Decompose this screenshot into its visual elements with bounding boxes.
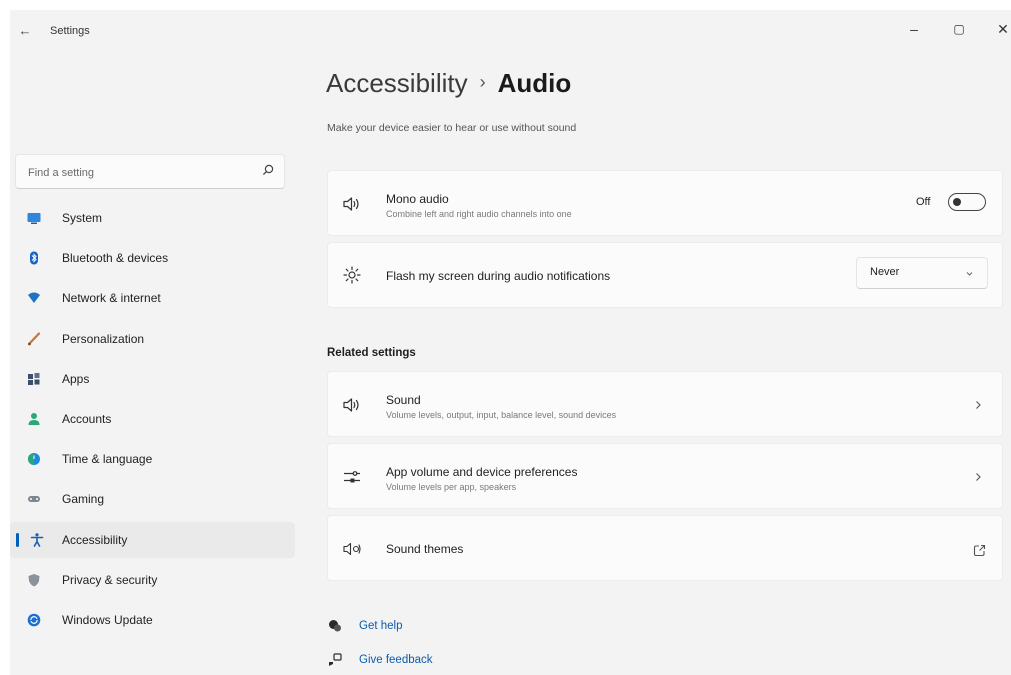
mono-audio-title: Mono audio <box>386 192 449 206</box>
maximize-button[interactable]: ▢ <box>945 18 973 40</box>
breadcrumb: Accessibility › Audio <box>326 68 571 108</box>
search-icon[interactable] <box>261 163 275 177</box>
sidebar-item-system[interactable]: System <box>10 200 295 236</box>
external-link-icon <box>973 544 986 557</box>
close-button[interactable]: ✕ <box>989 18 1011 40</box>
mono-audio-description: Combine left and right audio channels in… <box>386 209 572 219</box>
search-box[interactable] <box>15 154 285 190</box>
sidebar-item-label: Accounts <box>62 411 112 426</box>
chevron-right-icon <box>976 473 981 481</box>
page-title: Audio <box>497 68 572 98</box>
sidebar-item-label: Accessibility <box>62 532 128 547</box>
speaker-icon <box>343 197 359 211</box>
search-input[interactable] <box>26 155 250 190</box>
sidebar-item-personalization[interactable]: Personalization <box>10 321 295 357</box>
sidebar-item-time-language[interactable]: Time & language <box>10 441 295 477</box>
sidebar-item-network[interactable]: Network & internet <box>10 280 295 316</box>
help-chat-icon <box>329 620 341 632</box>
sidebar-item-apps[interactable]: Apps <box>10 361 295 397</box>
sidebar-item-label: Privacy & security <box>62 572 158 587</box>
mixer-icon <box>344 471 360 483</box>
title-bar: ← Settings – ▢ ✕ <box>10 10 1011 50</box>
accessibility-icon <box>30 532 44 547</box>
mono-audio-toggle[interactable] <box>948 193 986 211</box>
get-help-text: Get help <box>359 620 403 632</box>
apps-icon <box>28 372 40 385</box>
sidebar-item-bluetooth[interactable]: Bluetooth & devices <box>10 240 295 276</box>
sidebar-item-label: Time & language <box>62 452 153 467</box>
selection-indicator <box>16 532 19 547</box>
gamepad-icon <box>28 496 40 503</box>
sidebar-item-label: Windows Update <box>62 612 153 627</box>
sidebar-item-gaming[interactable]: Gaming <box>10 481 295 517</box>
chevron-right-icon <box>976 401 981 409</box>
monitor-icon <box>27 213 41 224</box>
sidebar-item-label: Bluetooth & devices <box>62 251 169 266</box>
globe-clock-icon <box>28 453 40 466</box>
feedback-icon <box>329 653 342 666</box>
brush-icon <box>28 331 41 345</box>
flash-screen-dropdown[interactable]: Never <box>856 257 988 289</box>
sound-theme-icon <box>343 542 361 556</box>
give-feedback-text: Give feedback <box>359 654 433 666</box>
breadcrumb-parent[interactable]: Accessibility <box>326 68 468 98</box>
sidebar-item-label: Gaming <box>62 492 105 507</box>
app-volume-description: Volume levels per app, speakers <box>386 482 517 492</box>
sidebar-item-windows-update[interactable]: Windows Update <box>10 602 295 638</box>
settings-window: ← Settings – ▢ ✕ System Bluetooth & devi… <box>10 10 1011 675</box>
update-icon <box>27 613 41 627</box>
chevron-down-icon <box>966 272 973 276</box>
toggle-knob <box>953 198 961 206</box>
wifi-icon <box>28 292 40 304</box>
brightness-icon <box>343 266 361 284</box>
related-sound-themes-card[interactable]: Sound themes <box>327 515 1003 581</box>
sidebar-item-label: System <box>62 211 103 225</box>
sound-themes-title: Sound themes <box>386 542 464 556</box>
sidebar-item-privacy[interactable]: Privacy & security <box>10 562 295 598</box>
page-subtitle: Make your device easier to hear or use w… <box>327 122 577 134</box>
related-settings-heading: Related settings <box>327 347 416 359</box>
minimize-button[interactable]: – <box>900 18 928 40</box>
sidebar-nav: System Bluetooth & devices Network & int… <box>10 200 295 642</box>
speaker-icon <box>343 398 359 412</box>
sidebar-item-accessibility[interactable]: Accessibility <box>10 521 295 558</box>
sidebar-item-accounts[interactable]: Accounts <box>10 401 295 437</box>
related-sound-card[interactable]: Sound Volume levels, output, input, bala… <box>327 371 1003 437</box>
flash-screen-card: Flash my screen during audio notificatio… <box>327 242 1003 308</box>
dropdown-value: Never <box>870 266 900 278</box>
bluetooth-icon <box>30 251 38 265</box>
sidebar-item-label: Apps <box>62 371 90 386</box>
sidebar-item-label: Personalization <box>62 331 145 346</box>
mono-audio-state-label: Off <box>916 196 931 208</box>
breadcrumb-separator: › <box>479 72 486 92</box>
flash-screen-title: Flash my screen during audio notificatio… <box>386 269 611 283</box>
app-title: Settings <box>50 25 90 37</box>
shield-icon <box>28 573 40 587</box>
back-button[interactable]: ← <box>16 22 34 40</box>
related-app-volume-card[interactable]: App volume and device preferences Volume… <box>327 443 1003 509</box>
person-icon <box>28 412 40 425</box>
sound-title: Sound <box>386 393 421 407</box>
mono-audio-card: Mono audio Combine left and right audio … <box>327 170 1003 236</box>
sidebar-item-label: Network & internet <box>62 291 161 306</box>
sound-description: Volume levels, output, input, balance le… <box>386 410 617 420</box>
app-volume-title: App volume and device preferences <box>386 465 578 479</box>
